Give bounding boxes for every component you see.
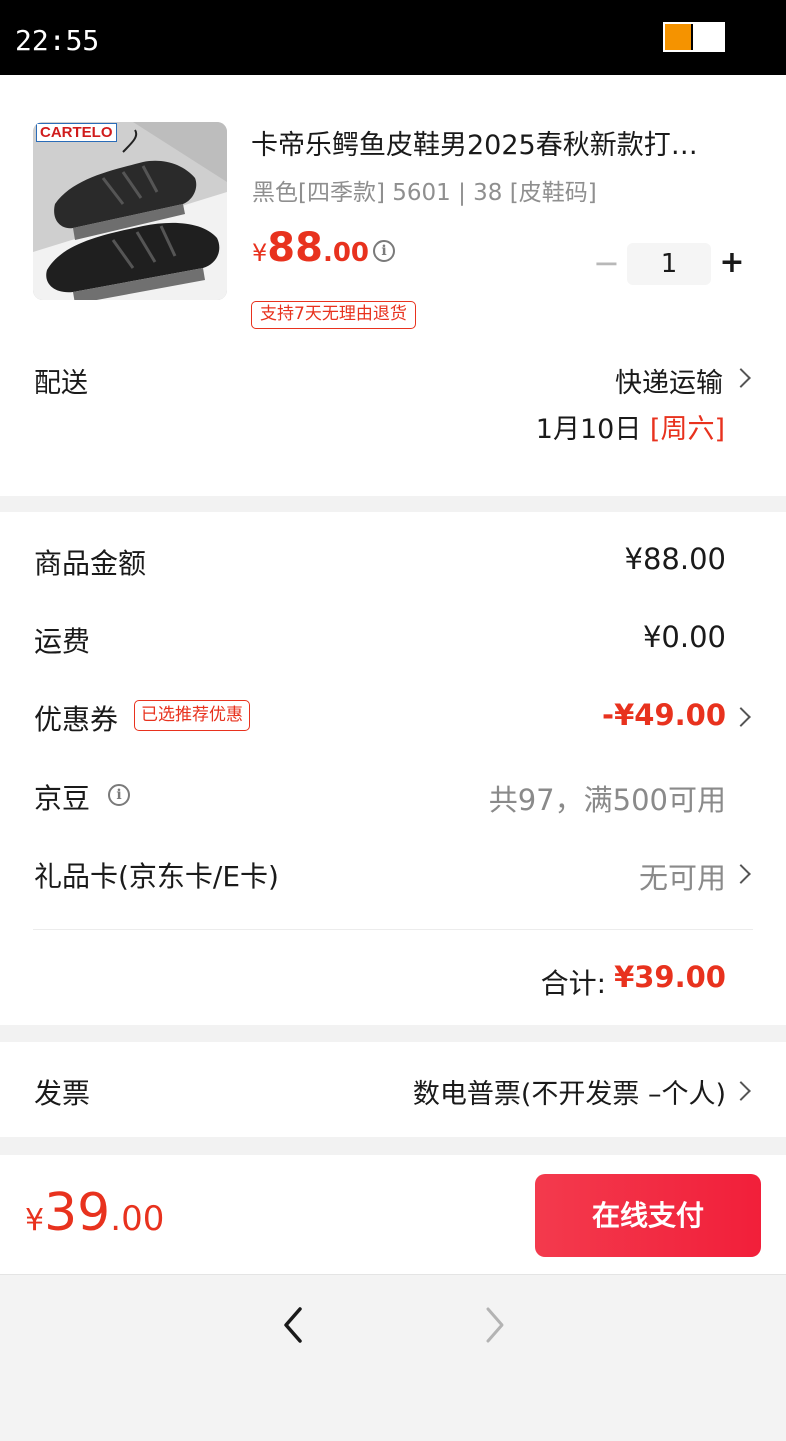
divider	[33, 929, 753, 930]
battery-icon	[663, 22, 725, 52]
delivery-weekday: [周六]	[649, 414, 725, 445]
browser-nav-bar	[0, 1274, 786, 1441]
product-title[interactable]: 卡帝乐鳄鱼皮鞋男2025春秋新款打…	[251, 123, 741, 162]
chevron-right-icon[interactable]	[731, 707, 751, 727]
coupon-label[interactable]: 优惠券	[34, 698, 118, 738]
back-icon[interactable]	[278, 1303, 308, 1347]
delivery-date-text: 1月10日	[535, 414, 642, 445]
jingdou-label: 京豆	[34, 782, 91, 815]
invoice-label: 发票	[34, 1077, 91, 1110]
forward-icon[interactable]	[480, 1303, 510, 1347]
status-time: 22:55	[15, 24, 100, 57]
invoice-value[interactable]: 数电普票(不开发票 –个人)	[413, 1072, 726, 1111]
coupon-tag[interactable]: 已选推荐优惠	[134, 700, 250, 731]
total-label: 合计:	[540, 967, 606, 1000]
info-icon[interactable]: i	[108, 784, 130, 806]
delivery-method[interactable]: 快递运输	[615, 361, 723, 400]
delivery-date: 1月10日 [周六]	[536, 407, 725, 446]
price-integer: 88	[267, 225, 323, 271]
quantity-minus-button[interactable]: −	[593, 245, 620, 283]
coupon-value[interactable]: -¥49.00	[602, 698, 726, 732]
quantity-input[interactable]: 1	[627, 243, 711, 285]
footer-price-decimal: .00	[110, 1199, 165, 1239]
footer-price-symbol: ¥	[25, 1203, 45, 1238]
giftcard-label[interactable]: 礼品卡(京东卡/E卡)	[34, 855, 279, 895]
goods-amount-value: ¥88.00	[624, 542, 726, 576]
shipping-value: ¥0.00	[642, 620, 726, 654]
shipping-label: 运费	[34, 625, 91, 658]
product-price: ¥88.00	[252, 225, 369, 271]
invoice-row[interactable]: 发票 数电普票(不开发票 –个人)	[0, 1042, 786, 1137]
return-policy-badge: 支持7天无理由退货	[251, 301, 416, 329]
chevron-right-icon[interactable]	[731, 1081, 751, 1101]
footer-price-integer: 39	[44, 1183, 111, 1243]
giftcard-value[interactable]: 无可用	[639, 855, 726, 897]
footer-price: ¥39.00	[25, 1183, 164, 1243]
product-card: CARTELO 卡帝乐鳄鱼皮鞋男2025春秋新款打… 黑色[四季款] 5601 …	[0, 75, 786, 496]
product-spec[interactable]: 黑色[四季款] 5601 | 38 [皮鞋码]	[252, 173, 597, 207]
pay-online-button[interactable]: 在线支付	[535, 1174, 761, 1257]
chevron-right-icon[interactable]	[731, 864, 751, 884]
price-decimal: .00	[322, 238, 370, 268]
jingdou-value: 共97，满500可用	[488, 783, 726, 817]
goods-amount-label: 商品金额	[34, 547, 147, 580]
total-value: ¥39.00	[614, 960, 726, 994]
info-icon[interactable]: i	[373, 240, 395, 262]
status-bar: 22:55	[0, 0, 786, 75]
delivery-label: 配送	[34, 368, 88, 399]
amount-summary-card: 商品金额 ¥88.00 运费 ¥0.00 优惠券 已选推荐优惠 -¥49.00 …	[0, 512, 786, 1025]
quantity-plus-button[interactable]: +	[719, 245, 745, 283]
chevron-right-icon[interactable]	[731, 368, 751, 388]
product-image[interactable]: CARTELO	[33, 122, 227, 300]
checkout-footer: ¥39.00 在线支付	[0, 1155, 786, 1274]
price-symbol: ¥	[252, 239, 268, 267]
brand-logo: CARTELO	[36, 123, 117, 142]
